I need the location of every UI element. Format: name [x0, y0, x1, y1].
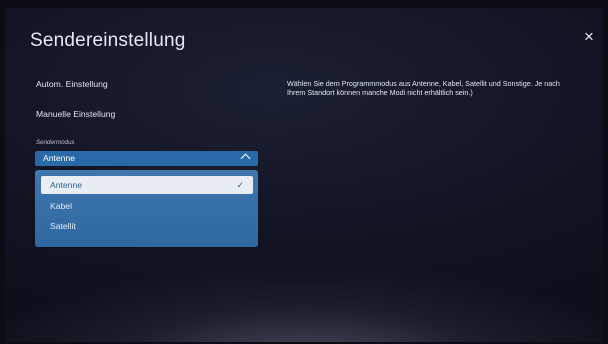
menu-item-manual-tuning[interactable]: Manuelle Einstellung	[36, 109, 115, 119]
menu-item-auto-tuning[interactable]: Autom. Einstellung	[36, 79, 108, 89]
channel-mode-dropdown: Antenne ✓ Kabel Satellit	[35, 170, 258, 247]
channel-mode-value: Antenne	[43, 153, 76, 163]
option-label: Satellit	[50, 221, 76, 231]
channel-mode-select[interactable]: Antenne	[35, 151, 258, 166]
close-button[interactable]: ×	[580, 28, 598, 46]
option-satellit[interactable]: Satellit	[41, 217, 253, 235]
chevron-up-icon	[240, 153, 251, 164]
channel-mode-label: Sendermodus	[36, 139, 75, 146]
close-icon: ×	[584, 27, 594, 46]
option-kabel[interactable]: Kabel	[41, 197, 253, 215]
option-label: Kabel	[50, 201, 72, 211]
page-title: Sendereinstellung	[30, 30, 186, 51]
checkmark-icon: ✓	[236, 180, 244, 190]
help-text: Wählen Sie dem Programmmodus aus Antenne…	[287, 79, 560, 97]
option-label: Antenne	[50, 180, 83, 190]
option-antenne[interactable]: Antenne ✓	[41, 176, 253, 194]
